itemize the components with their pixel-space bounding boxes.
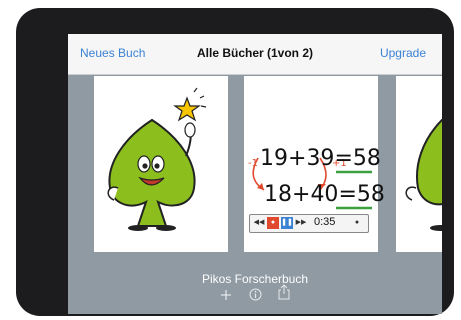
equation-1-operand-b: 39 bbox=[306, 146, 335, 171]
equals-sign: = bbox=[338, 182, 357, 207]
equation-1: 19+39=58 bbox=[260, 146, 381, 171]
info-icon[interactable] bbox=[249, 288, 262, 306]
share-icon[interactable] bbox=[278, 284, 290, 305]
rewind-icon[interactable]: ◀◀ bbox=[253, 217, 265, 229]
mascot-illustration bbox=[107, 87, 207, 231]
annotation-minus-one: -1 bbox=[248, 158, 258, 169]
pause-icon[interactable]: ❚❚ bbox=[281, 217, 293, 229]
navigation-bar: Neues Buch Alle Bücher (1von 2) Upgrade bbox=[68, 34, 442, 75]
equation-2-result: 58 bbox=[356, 182, 385, 207]
audio-player: ◀◀ ● ❚❚ ▶▶ 0:35 ● bbox=[249, 214, 369, 233]
microphone-icon[interactable]: ● bbox=[351, 217, 363, 229]
star-icon bbox=[173, 96, 201, 122]
record-icon[interactable]: ● bbox=[267, 217, 279, 229]
book-card-1[interactable] bbox=[94, 76, 228, 252]
equation-2-operand-a: 18 bbox=[264, 182, 292, 207]
book-card-3[interactable] bbox=[396, 76, 442, 252]
plus-sign: + bbox=[292, 182, 311, 207]
equation-1-operand-a: 19 bbox=[260, 146, 288, 171]
mascot-partial-illustration bbox=[405, 119, 442, 231]
equation-2: 18+40=58 bbox=[264, 182, 385, 207]
equation-1-result: 58 bbox=[352, 146, 381, 171]
book-card-2[interactable]: -1 +1 19+39=58 18+40=58 ◀◀ ● ❚❚ ▶▶ 0:35 … bbox=[244, 76, 385, 252]
plus-icon[interactable] bbox=[220, 288, 232, 306]
tablet-frame: Neues Buch Alle Bücher (1von 2) Upgrade bbox=[16, 8, 454, 316]
playback-time: 0:35 bbox=[314, 216, 336, 228]
plus-sign: + bbox=[288, 146, 307, 171]
forward-icon[interactable]: ▶▶ bbox=[295, 217, 307, 229]
equation-2-operand-b: 40 bbox=[310, 182, 339, 207]
equals-sign: = bbox=[334, 146, 353, 171]
app-screen: Neues Buch Alle Bücher (1von 2) Upgrade bbox=[68, 34, 442, 314]
book-title: Pikos Forscherbuch bbox=[201, 272, 309, 286]
upgrade-button[interactable]: Upgrade bbox=[380, 46, 426, 60]
